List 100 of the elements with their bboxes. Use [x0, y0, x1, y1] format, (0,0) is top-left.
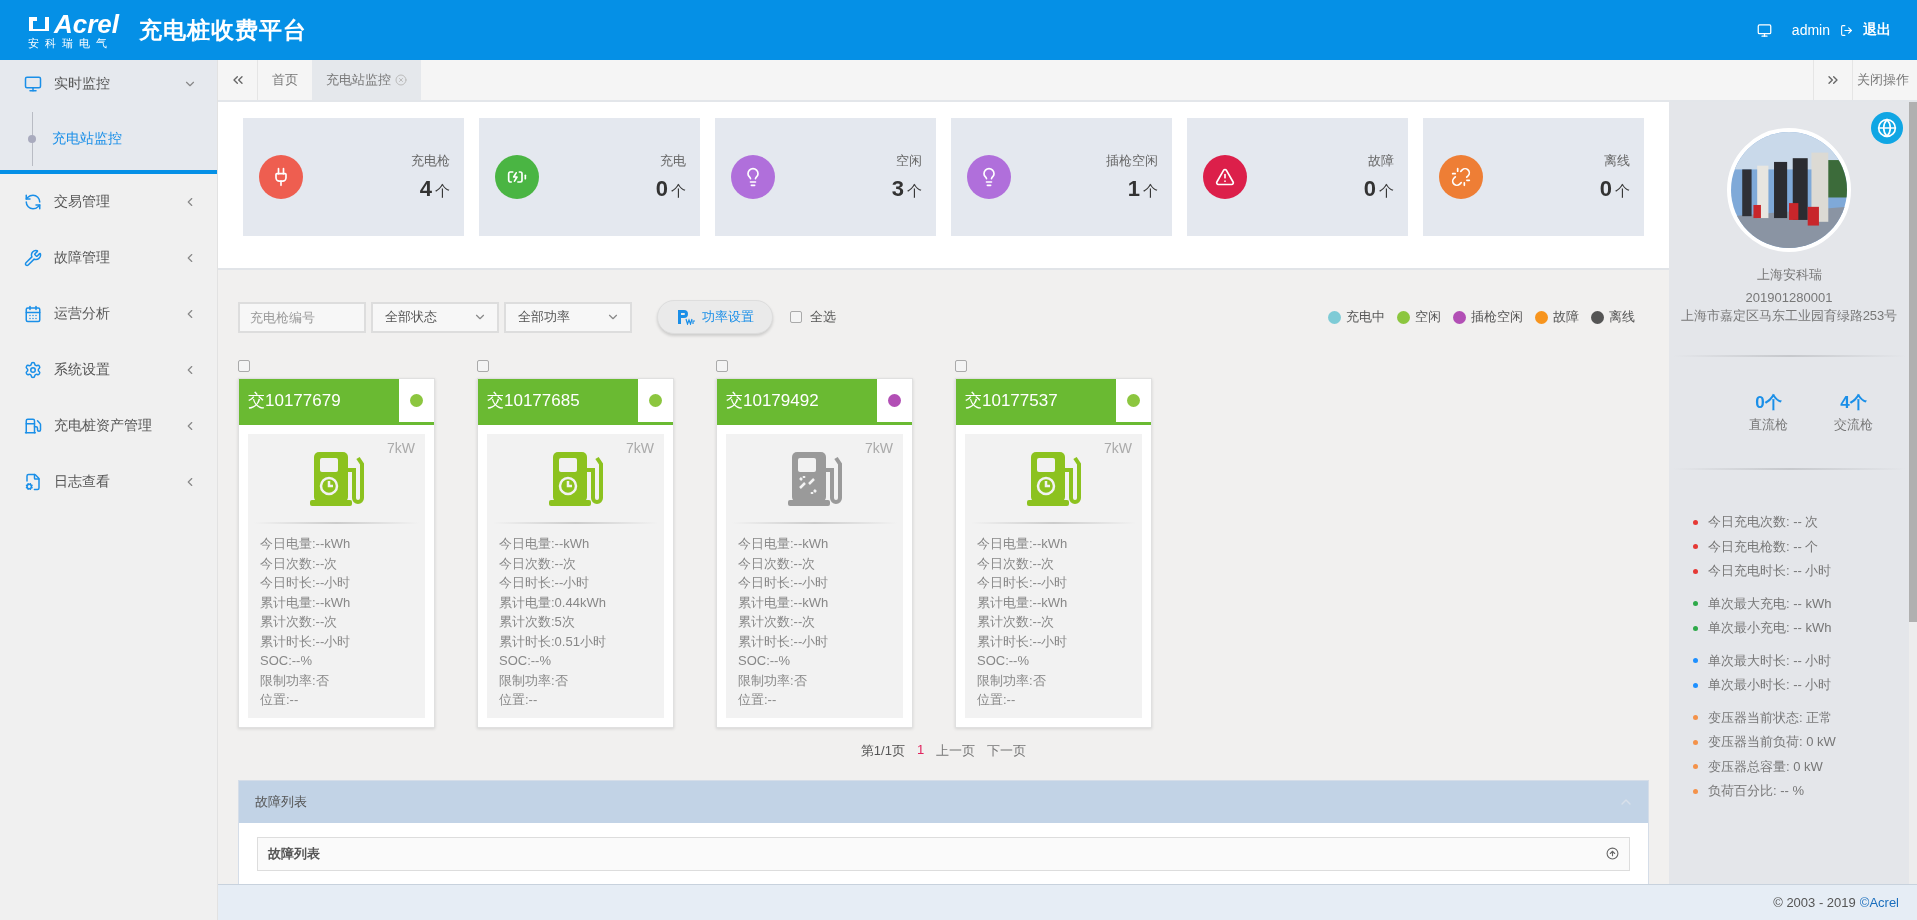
monitor-icon[interactable]	[1756, 22, 1772, 38]
charger-stat-line: 位置:--	[738, 691, 778, 709]
select-all-checkbox[interactable]	[790, 311, 802, 323]
site-name: 上海安科瑞	[1756, 266, 1822, 284]
charger-stat-line: 今日时长:--小时	[499, 574, 591, 592]
legend-label: 插枪空闲	[1471, 308, 1523, 326]
user-name: admin	[1791, 22, 1830, 38]
charger-stat-line: 今日次数:--次	[499, 554, 578, 573]
sidebar-item[interactable]: 故障管理	[0, 230, 217, 286]
page-info: 第1/1页	[860, 741, 905, 760]
wrench-icon	[24, 249, 42, 267]
power-icon	[676, 309, 696, 325]
charger-stat-line: 累计电量:0.44kWh	[499, 593, 607, 612]
warning-icon	[1215, 167, 1235, 187]
fault-list-title: 故障列表	[268, 844, 320, 863]
sidebar-subitem[interactable]: 充电站监控	[0, 108, 217, 170]
site-stat: 单次最小时长: -- 小时	[1708, 676, 1832, 695]
stat-value: 0	[1363, 176, 1376, 202]
charger-checkbox[interactable]	[477, 360, 489, 372]
sidebar-item[interactable]: 实时监控	[0, 60, 217, 108]
charger-stat-line: 累计时长:--小时	[977, 632, 1069, 651]
site-stat: 单次最大充电: -- kWh	[1708, 594, 1832, 613]
scrollbar[interactable]	[1909, 102, 1917, 884]
stat-unit: 个	[1379, 182, 1394, 201]
logo-brand: Acrel	[54, 10, 120, 37]
logo-mark-icon	[28, 14, 50, 33]
legend-label: 离线	[1609, 308, 1635, 326]
charger-stat-line: 限制功率:否	[738, 671, 808, 690]
charger-stat-line: 今日电量:--kWh	[499, 535, 591, 553]
logout-icon[interactable]	[1840, 23, 1853, 37]
charger-stat-line: 今日次数:--次	[260, 554, 339, 573]
charger-checkbox[interactable]	[716, 360, 728, 372]
stat-value: 4	[419, 176, 432, 202]
charger-stat-line: SOC:--%	[738, 652, 791, 670]
next-page-link[interactable]: 下一页	[987, 741, 1027, 760]
charger-stat-line: 累计时长:--小时	[260, 632, 352, 651]
site-stat: 变压器当前状态: 正常	[1708, 708, 1833, 727]
gun-count: 4个	[1840, 392, 1867, 414]
copyright-text: © 2003 - 2019	[1773, 895, 1856, 910]
status-select[interactable]: 全部状态	[371, 301, 499, 333]
sidebar-item[interactable]: 日志查看	[0, 454, 217, 510]
charger-stat-line: 累计电量:--kWh	[738, 593, 830, 612]
sidebar-item[interactable]: 交易管理	[0, 174, 217, 230]
site-stat: 负荷百分比: -- %	[1708, 782, 1805, 801]
site-stat: 单次最大时长: -- 小时	[1708, 651, 1832, 670]
power-select[interactable]: 全部功率	[504, 301, 632, 333]
stat-label: 空闲	[896, 152, 922, 170]
charger-stat-line: 限制功率:否	[260, 671, 330, 690]
collapse-icon[interactable]	[1606, 847, 1619, 860]
site-stat: 变压器当前负荷: 0 kW	[1708, 733, 1836, 752]
fuel-pump-icon	[24, 417, 42, 435]
charger-stat-line: 限制功率:否	[499, 671, 569, 690]
charger-name: 交10177685	[486, 390, 581, 412]
charger-stat-line: 今日时长:--小时	[260, 574, 352, 592]
stat-unit: 个	[1143, 182, 1158, 201]
scroll-right-button[interactable]	[1813, 60, 1853, 100]
legend-label: 故障	[1553, 308, 1579, 326]
sidebar-item[interactable]: 充电桩资产管理	[0, 398, 217, 454]
tab[interactable]: 充电站监控	[312, 60, 421, 100]
gun-number-field[interactable]: 充电枪编号	[238, 301, 366, 333]
page-link[interactable]: 1	[916, 741, 925, 760]
charger-stat-line: 今日电量:--kWh	[738, 535, 830, 553]
charger-stat-line: 今日次数:--次	[977, 554, 1056, 573]
settings-icon	[24, 361, 42, 379]
previous-page-link[interactable]: 上一页	[936, 741, 976, 760]
charger-stat-line: SOC:--%	[499, 652, 552, 670]
sidebar-item[interactable]: 系统设置	[0, 342, 217, 398]
fault-panel-header[interactable]: 故障列表	[239, 780, 1648, 823]
site-address: 上海市嘉定区马东工业园育绿路253号	[1680, 307, 1898, 325]
charger-stat-line: 今日时长:--小时	[738, 574, 830, 592]
charger-name: 交10179492	[725, 390, 820, 412]
charger-checkbox[interactable]	[238, 360, 250, 372]
charger-checkbox[interactable]	[955, 360, 967, 372]
site-stat: 今日充电次数: -- 次	[1708, 513, 1819, 532]
charger-stat-line: 今日次数:--次	[738, 554, 817, 573]
site-stat: 今日充电时长: -- 小时	[1708, 562, 1832, 581]
stat-value: 0	[1599, 176, 1612, 202]
globe-button[interactable]	[1871, 112, 1903, 144]
stat-label: 充电枪	[411, 152, 450, 170]
file-gear-icon	[24, 473, 42, 491]
gun-count-label: 直流枪	[1749, 416, 1788, 434]
charger-stat-line: 累计时长:0.51小时	[499, 632, 607, 651]
acrel-link[interactable]: ©Acrel	[1859, 895, 1899, 910]
charger-stat-line: 累计次数:5次	[499, 613, 576, 631]
stat-value: 1	[1127, 176, 1140, 202]
sidebar-item[interactable]: 运营分析	[0, 286, 217, 342]
power-settings-button[interactable]: 功率设置	[657, 300, 773, 334]
charger-stat-line: 累计次数:--次	[977, 613, 1056, 631]
charger-stat-line: 位置:--	[260, 691, 300, 709]
stat-label: 插枪空闲	[1106, 152, 1158, 170]
gun-count-label: 交流枪	[1834, 416, 1873, 434]
stat-unit: 个	[671, 182, 686, 201]
legend-label: 充电中	[1346, 308, 1385, 326]
logout-link[interactable]: 退出	[1863, 21, 1891, 39]
charger-stat-line: SOC:--%	[977, 652, 1030, 670]
stat-value: 3	[891, 176, 904, 202]
charger-stat-line: 位置:--	[977, 691, 1017, 709]
charger-stat-line: 累计次数:--次	[738, 613, 817, 631]
site-stat: 变压器总容量: 0 kW	[1708, 757, 1823, 776]
power-rating: 7kW	[387, 440, 415, 456]
